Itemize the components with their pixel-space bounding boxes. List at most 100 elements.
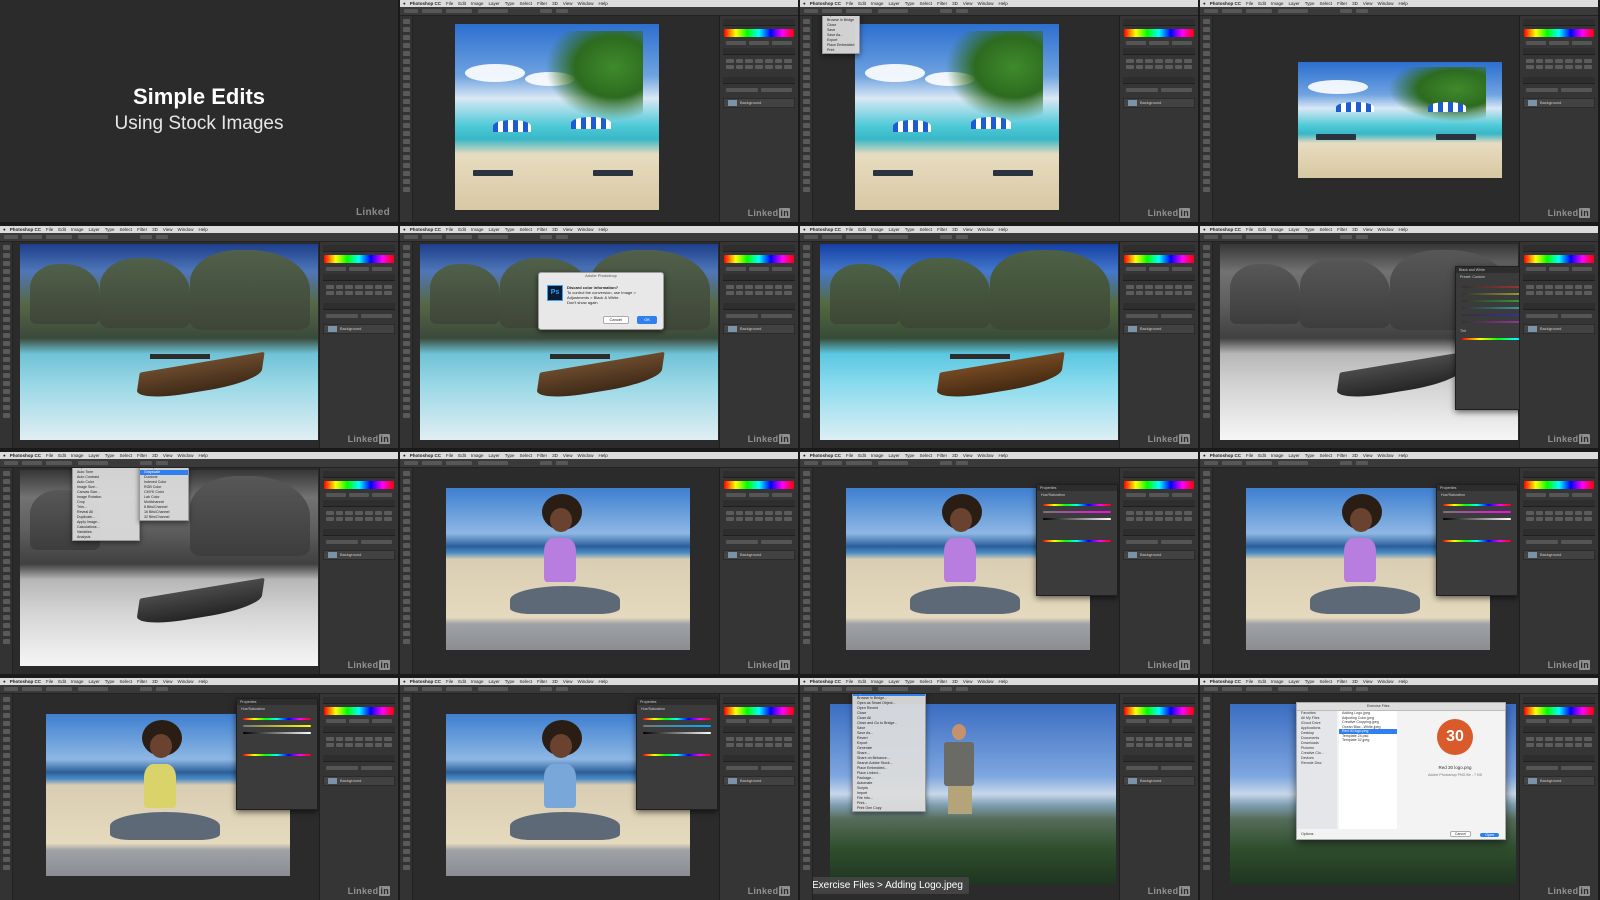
- menu-item-filter[interactable]: Filter: [537, 227, 547, 232]
- color-panel-tab[interactable]: [1123, 19, 1195, 26]
- tool-icon[interactable]: [2, 373, 10, 378]
- tool-icon[interactable]: [2, 857, 10, 862]
- menu-item-photoshop-cc[interactable]: Photoshop CC: [1210, 679, 1241, 684]
- menu-item-image[interactable]: Image: [471, 227, 484, 232]
- menu-item-file[interactable]: File: [446, 453, 453, 458]
- tool-icon[interactable]: [802, 519, 810, 524]
- tool-icon[interactable]: [802, 325, 810, 330]
- tool-icon[interactable]: [2, 325, 10, 330]
- tool-icon[interactable]: [1202, 697, 1210, 702]
- menu-item-filter[interactable]: Filter: [137, 227, 147, 232]
- tool-icon[interactable]: [802, 333, 810, 338]
- tool-icon[interactable]: [402, 591, 410, 596]
- menu-item-layer[interactable]: Layer: [1289, 679, 1300, 684]
- menu-item-photoshop-cc[interactable]: Photoshop CC: [410, 679, 441, 684]
- adjustments-panel-tab[interactable]: [1523, 48, 1595, 55]
- tool-icon[interactable]: [802, 583, 810, 588]
- tool-icon[interactable]: [402, 131, 410, 136]
- menu-item-image[interactable]: Image: [71, 679, 84, 684]
- tool-icon[interactable]: [802, 357, 810, 362]
- menu-item-select[interactable]: Select: [1320, 453, 1333, 458]
- mode-submenu[interactable]: BitmapGrayscaleDuotoneIndexed ColorRGB C…: [139, 464, 189, 521]
- adjustments-panel-tab[interactable]: [723, 48, 795, 55]
- layer-row-background[interactable]: Background: [1123, 550, 1195, 560]
- apple-icon[interactable]: ●: [403, 227, 406, 232]
- menu-item-image[interactable]: Image: [1271, 453, 1284, 458]
- tool-icon[interactable]: [2, 793, 10, 798]
- color-panel-tab[interactable]: [723, 471, 795, 478]
- tool-icon[interactable]: [802, 43, 810, 48]
- tool-icon[interactable]: [1202, 487, 1210, 492]
- tool-icon[interactable]: [402, 575, 410, 580]
- menu-item-file[interactable]: File: [446, 227, 453, 232]
- menu-item-view[interactable]: View: [963, 227, 973, 232]
- tool-icon[interactable]: [2, 825, 10, 830]
- tool-icon[interactable]: [802, 865, 810, 870]
- app-menu-bar[interactable]: ● Photoshop CC File Edit Image Layer Type Selec…: [0, 678, 398, 685]
- menu-item-3d[interactable]: 3D: [552, 453, 558, 458]
- menu-item-3d[interactable]: 3D: [952, 453, 958, 458]
- menu-item-edit[interactable]: Edit: [458, 679, 466, 684]
- tool-icon[interactable]: [1202, 567, 1210, 572]
- tool-icon[interactable]: [802, 59, 810, 64]
- tool-icon[interactable]: [402, 559, 410, 564]
- menu-item-photoshop-cc[interactable]: Photoshop CC: [410, 453, 441, 458]
- tool-icon[interactable]: [802, 503, 810, 508]
- tool-icon[interactable]: [1202, 171, 1210, 176]
- tool-icon[interactable]: [2, 293, 10, 298]
- right-panels[interactable]: Background: [1119, 694, 1198, 900]
- menu-item-file[interactable]: File: [846, 679, 853, 684]
- tool-icon[interactable]: [802, 737, 810, 742]
- menu-item-type[interactable]: Type: [105, 453, 115, 458]
- options-bar[interactable]: [800, 459, 1198, 468]
- tool-icon[interactable]: [802, 99, 810, 104]
- menu-item-layer[interactable]: Layer: [89, 227, 100, 232]
- menu-item-filter[interactable]: Filter: [137, 679, 147, 684]
- color-panel-tab[interactable]: [723, 245, 795, 252]
- tool-icon[interactable]: [402, 293, 410, 298]
- tool-icon[interactable]: [402, 639, 410, 644]
- color-spectrum[interactable]: [324, 481, 394, 489]
- tool-icon[interactable]: [802, 825, 810, 830]
- tool-icon[interactable]: [802, 269, 810, 274]
- tool-icon[interactable]: [1202, 139, 1210, 144]
- adjustment-icons[interactable]: [326, 737, 392, 747]
- menu-item-filter[interactable]: Filter: [1337, 227, 1347, 232]
- layers-panel-tab[interactable]: [1123, 529, 1195, 536]
- tool-icon[interactable]: [2, 697, 10, 702]
- tool-icon[interactable]: [802, 479, 810, 484]
- tool-icon[interactable]: [802, 495, 810, 500]
- tool-icon[interactable]: [402, 793, 410, 798]
- tool-icon[interactable]: [1202, 317, 1210, 322]
- menu-item-image[interactable]: Image: [71, 453, 84, 458]
- menu-item-3d[interactable]: 3D: [552, 679, 558, 684]
- tool-icon[interactable]: [1202, 833, 1210, 838]
- menu-item-view[interactable]: View: [163, 679, 173, 684]
- tool-icon[interactable]: [1202, 405, 1210, 410]
- tools-panel[interactable]: [800, 16, 813, 222]
- tool-icon[interactable]: [1202, 253, 1210, 258]
- tool-icon[interactable]: [802, 841, 810, 846]
- app-menu-bar[interactable]: ● Photoshop CC File Edit Image Layer Type Selec…: [1200, 678, 1598, 685]
- tool-icon[interactable]: [402, 75, 410, 80]
- tool-icon[interactable]: [802, 131, 810, 136]
- menu-item-window[interactable]: Window: [978, 1, 994, 6]
- tool-icon[interactable]: [802, 745, 810, 750]
- layer-row-background[interactable]: Background: [1523, 776, 1595, 786]
- menu-item-edit[interactable]: Edit: [858, 679, 866, 684]
- tool-icon[interactable]: [2, 849, 10, 854]
- tool-icon[interactable]: [1202, 471, 1210, 476]
- tool-icon[interactable]: [2, 535, 10, 540]
- tool-icon[interactable]: [802, 405, 810, 410]
- tool-icon[interactable]: [2, 745, 10, 750]
- tool-icon[interactable]: [1202, 163, 1210, 168]
- tool-icon[interactable]: [402, 729, 410, 734]
- tool-icon[interactable]: [1202, 413, 1210, 418]
- tool-icon[interactable]: [402, 809, 410, 814]
- menu-item-window[interactable]: Window: [1378, 227, 1394, 232]
- menu-item-photoshop-cc[interactable]: Photoshop CC: [1210, 227, 1241, 232]
- tool-icon[interactable]: [802, 801, 810, 806]
- menu-item-edit[interactable]: Edit: [1258, 227, 1266, 232]
- tool-icon[interactable]: [802, 163, 810, 168]
- layer-row-background[interactable]: Background: [723, 324, 795, 334]
